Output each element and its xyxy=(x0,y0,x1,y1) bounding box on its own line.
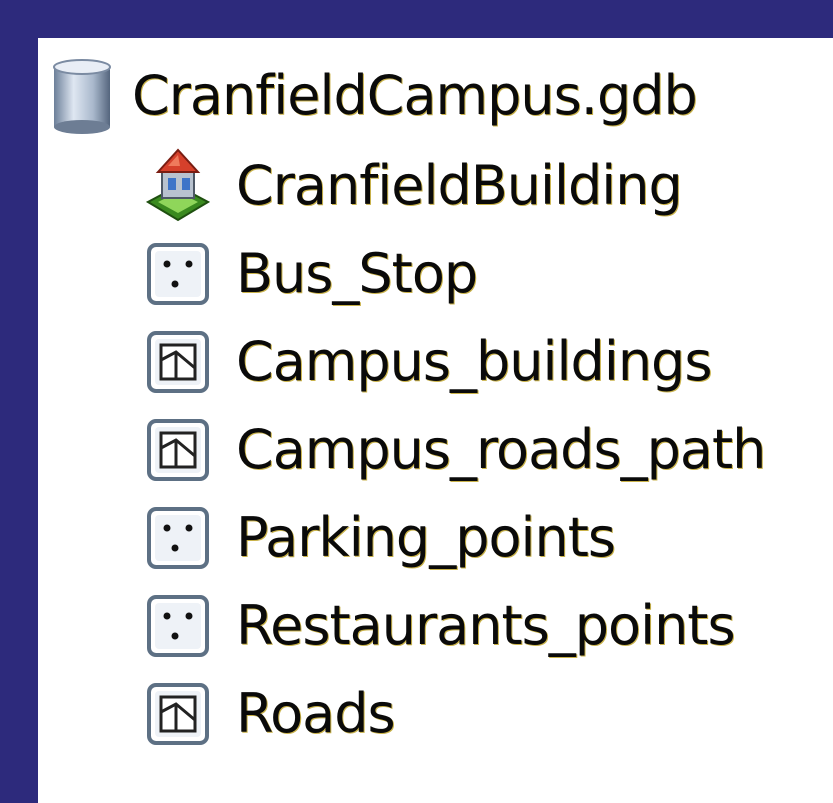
item-label: Parking_points xyxy=(236,506,616,569)
item-label: Bus_Stop xyxy=(236,242,478,305)
polygon-feature-class-icon xyxy=(147,331,209,393)
tree-item-roads[interactable]: Roads xyxy=(146,670,396,758)
item-label: Roads xyxy=(236,682,396,745)
point-feature-class-icon xyxy=(147,243,209,305)
database-cylinder-icon xyxy=(53,59,111,134)
tree-item-bus-stop[interactable]: Bus_Stop xyxy=(146,230,478,318)
item-label: Campus_buildings xyxy=(236,330,712,393)
point-feature-class-icon xyxy=(147,595,209,657)
catalog-tree-panel: CranfieldCampus.gdb CranfieldBuilding Bu… xyxy=(38,38,833,803)
polygon-feature-class-icon xyxy=(147,419,209,481)
tree-item-parking-points[interactable]: Parking_points xyxy=(146,494,616,582)
tree-item-campus-roads-path[interactable]: Campus_roads_path xyxy=(146,406,766,494)
item-label: Restaurants_points xyxy=(236,594,736,657)
topology-building-icon xyxy=(146,148,210,222)
tree-item-restaurants-points[interactable]: Restaurants_points xyxy=(146,582,736,670)
geodatabase-name: CranfieldCampus.gdb xyxy=(132,64,698,127)
point-feature-class-icon xyxy=(147,507,209,569)
item-label: CranfieldBuilding xyxy=(236,154,683,217)
polygon-feature-class-icon xyxy=(147,683,209,745)
tree-item-campus-buildings[interactable]: Campus_buildings xyxy=(146,318,712,406)
tree-item-cranfield-building[interactable]: CranfieldBuilding xyxy=(146,142,683,230)
tree-node-geodatabase[interactable]: CranfieldCampus.gdb xyxy=(50,52,698,140)
item-label: Campus_roads_path xyxy=(236,418,766,481)
